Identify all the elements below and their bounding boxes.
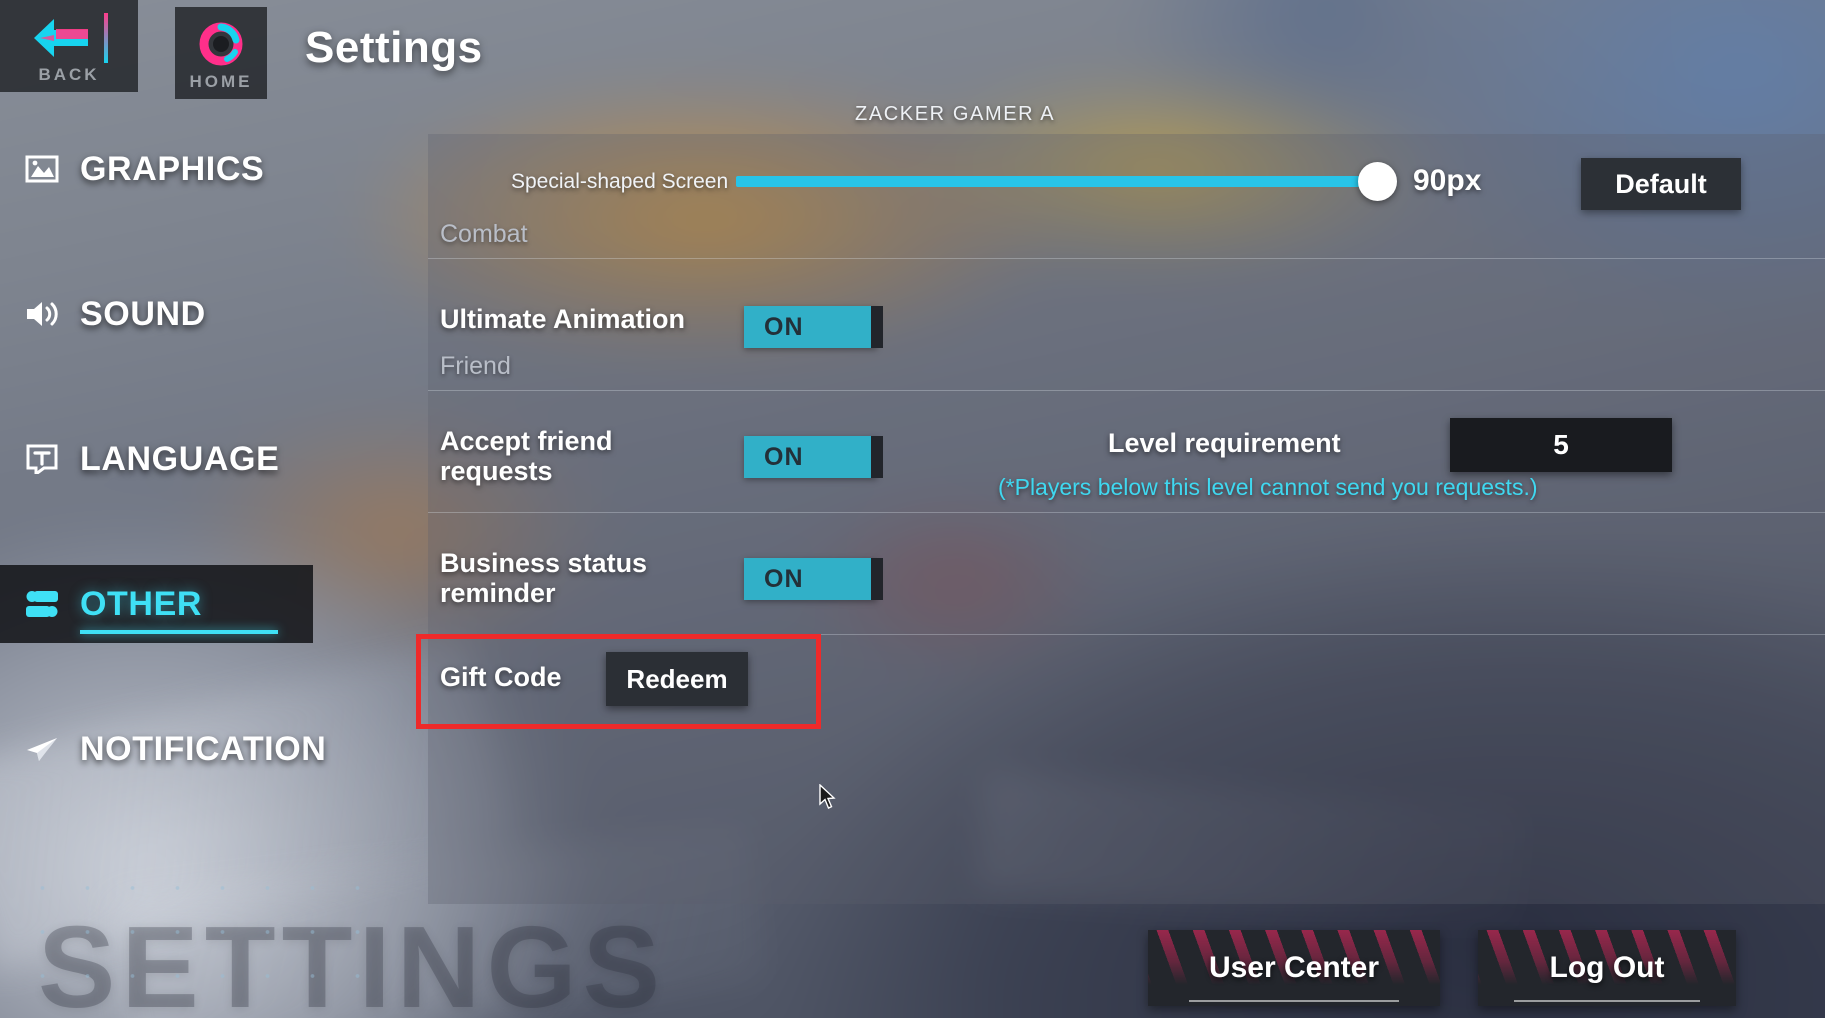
language-icon bbox=[22, 442, 62, 476]
level-requirement-hint: (*Players below this level cannot send y… bbox=[998, 474, 1538, 500]
sound-icon bbox=[22, 297, 62, 331]
settings-sidebar: GRAPHICS SOUND LANGUAGE OTHER NOTIFICATI… bbox=[0, 130, 400, 855]
sidebar-item-language[interactable]: LANGUAGE bbox=[0, 420, 400, 498]
ultimate-animation-row: Ultimate Animation ON bbox=[428, 258, 1825, 382]
section-header-friend: Friend bbox=[440, 352, 511, 380]
sidebar-item-other[interactable]: OTHER bbox=[0, 565, 313, 643]
button-underline bbox=[1188, 1000, 1400, 1002]
business-status-reminder-toggle[interactable]: ON bbox=[744, 558, 883, 600]
ultimate-animation-toggle[interactable]: ON bbox=[744, 306, 883, 348]
sidebar-item-notification[interactable]: NOTIFICATION bbox=[0, 710, 400, 788]
toggle-knob bbox=[871, 558, 883, 600]
slider-handle[interactable] bbox=[1358, 162, 1397, 201]
back-button[interactable]: BACK bbox=[0, 0, 138, 92]
accent-bar bbox=[104, 13, 108, 63]
button-underline bbox=[1514, 1000, 1700, 1002]
level-requirement-label: Level requirement bbox=[1108, 428, 1341, 458]
settings-panel: Special-shaped Screen 90px Default Comba… bbox=[416, 134, 1825, 904]
special-shaped-screen-row: Special-shaped Screen 90px Default bbox=[428, 134, 1825, 230]
log-out-button[interactable]: Log Out bbox=[1478, 930, 1736, 1006]
sidebar-item-label: OTHER bbox=[80, 584, 202, 623]
accept-friend-requests-toggle[interactable]: ON bbox=[744, 436, 883, 478]
home-label: HOME bbox=[189, 72, 253, 91]
section-header-combat: Combat bbox=[440, 220, 528, 248]
sidebar-item-label: SOUND bbox=[80, 294, 206, 333]
account-name: ZACKER GAMER A bbox=[855, 103, 1056, 125]
other-sliders-icon bbox=[22, 587, 62, 621]
log-out-label: Log Out bbox=[1549, 951, 1665, 984]
business-status-reminder-row: Business status reminder ON bbox=[428, 512, 1825, 634]
back-label: BACK bbox=[38, 65, 100, 84]
arrow-left-icon bbox=[34, 19, 88, 57]
home-ring-icon bbox=[199, 22, 243, 66]
sidebar-item-graphics[interactable]: GRAPHICS bbox=[0, 130, 400, 208]
default-button[interactable]: Default bbox=[1581, 158, 1741, 210]
redeem-button[interactable]: Redeem bbox=[606, 652, 748, 706]
active-underline bbox=[80, 630, 278, 634]
level-requirement-input[interactable] bbox=[1450, 418, 1672, 472]
toggle-state-label: ON bbox=[764, 442, 804, 471]
dot-grid-decoration bbox=[20, 866, 360, 996]
page-title: Settings bbox=[305, 23, 483, 72]
accept-friend-requests-label: Accept friend requests bbox=[440, 426, 613, 487]
send-plane-icon bbox=[22, 732, 62, 766]
toggle-knob bbox=[871, 306, 883, 348]
slider-value: 90px bbox=[1413, 164, 1482, 197]
user-center-button[interactable]: User Center bbox=[1148, 930, 1440, 1006]
business-status-reminder-label: Business status reminder bbox=[440, 548, 648, 609]
sidebar-item-label: LANGUAGE bbox=[80, 439, 280, 478]
sidebar-item-label: GRAPHICS bbox=[80, 149, 265, 188]
ultimate-animation-label: Ultimate Animation bbox=[440, 304, 686, 334]
slider-label: Special-shaped Screen bbox=[511, 170, 729, 193]
toggle-state-label: ON bbox=[764, 312, 804, 341]
toggle-knob bbox=[871, 436, 883, 478]
user-center-label: User Center bbox=[1208, 951, 1380, 984]
graphics-icon bbox=[22, 152, 62, 186]
sidebar-item-sound[interactable]: SOUND bbox=[0, 275, 400, 353]
special-shaped-screen-slider[interactable] bbox=[736, 176, 1386, 187]
divider bbox=[428, 634, 1825, 635]
home-button[interactable]: HOME bbox=[175, 7, 267, 99]
back-icon-group bbox=[30, 13, 108, 63]
settings-screen: SETTINGS BACK HOME Settings ZACKER GAMER… bbox=[0, 0, 1825, 1018]
gift-code-label: Gift Code bbox=[440, 662, 562, 692]
sidebar-item-label: NOTIFICATION bbox=[80, 729, 327, 768]
toggle-state-label: ON bbox=[764, 564, 804, 593]
